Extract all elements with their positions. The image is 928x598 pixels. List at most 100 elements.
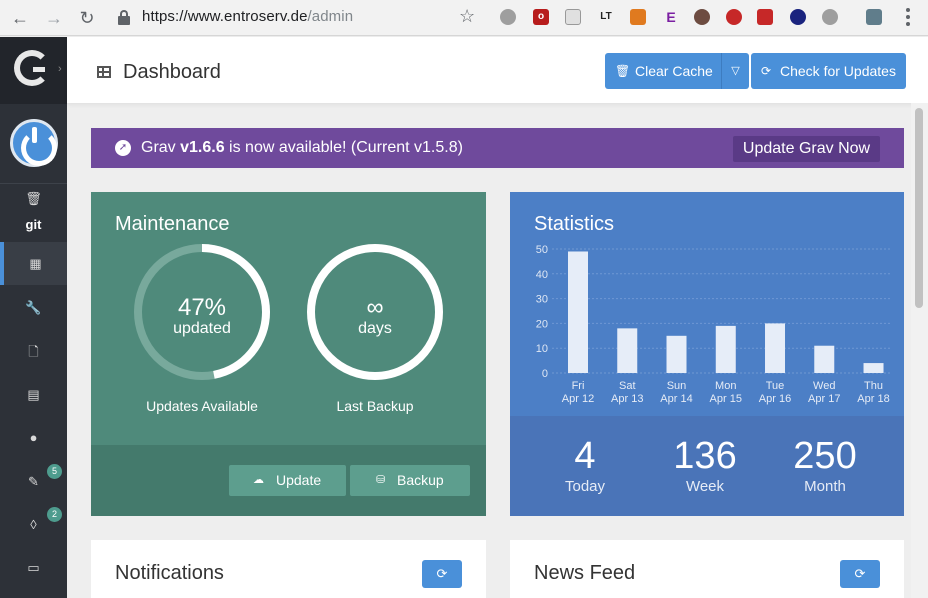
chart-y-tick-label: 50 [536,244,548,256]
updates-ring: 47% updated [132,242,272,382]
news-feed-refresh-button[interactable]: ⟳ [840,560,880,588]
sidebar-item-git[interactable]: git [0,217,67,232]
chart-y-tick-label: 20 [536,318,548,330]
update-notice: ➚ Grav v1.6.6 is now available! (Current… [91,128,904,168]
trash-icon: 🗑 [615,64,631,78]
sidebar-item-dashboard[interactable]: ▦ [0,242,67,285]
chart-x-date-label: Apr 18 [857,393,889,405]
sidebar: › 🗑 git ▦ 🔧 🗋 ▤ ● ✎ 5 ◊ 2 ▭ [0,37,67,598]
updates-sub: updated [173,320,231,337]
chart-x-date-label: Apr 14 [660,393,692,405]
notice-text: Grav v1.6.6 is now available! (Current v… [141,128,463,168]
notice-suffix: is now available! (Current v1.5.8) [224,139,463,156]
last-backup-label: Last Backup [336,398,414,414]
month-count: 250 [793,435,857,477]
maintenance-title: Maintenance [115,213,230,235]
forward-icon[interactable]: → [43,7,65,29]
extension-metamask-icon[interactable] [630,9,646,25]
refresh-icon: ⟳ [854,566,866,581]
extension-cookie-icon[interactable] [694,9,710,25]
extension-document-icon[interactable] [565,9,581,25]
page-scrollbar[interactable] [911,103,928,598]
notifications-title: Notifications [115,562,224,584]
notifications-card: Notifications ⟳ [91,540,486,598]
extension-e-icon[interactable]: E [663,9,679,25]
extension-share-icon[interactable] [790,9,806,25]
notifications-refresh-button[interactable]: ⟳ [422,560,462,588]
chart-x-date-label: Apr 12 [562,393,594,405]
chart-bar [863,363,884,373]
chart-x-tick-label: Tue [766,380,785,392]
grav-logo[interactable]: › [0,37,67,104]
extension-lock-icon[interactable] [726,9,742,25]
chart-x-tick-label: Wed [813,380,835,392]
updates-percent: 47% [177,294,227,321]
week-label: Week [685,478,725,495]
plugins-count-badge: 5 [47,464,62,479]
reload-icon[interactable]: ↻ [76,7,98,29]
sidebar-item-pages[interactable]: 🗋 [0,330,67,373]
browser-toolbar: ← → ↻ https://www.entroserv.de/admin ☆ o… [0,0,928,36]
check-updates-label: Check for Updates [780,63,896,79]
chart-x-date-label: Apr 17 [808,393,840,405]
database-icon: ⛁ [376,474,386,486]
notice-version: v1.6.6 [180,139,225,156]
trash-icon[interactable]: 🗑 [0,177,67,220]
sidebar-item-tools[interactable]: ● [0,416,67,459]
extension-globe-icon[interactable] [822,9,838,25]
backup-button-label: Backup [397,472,444,488]
chart-x-date-label: Apr 13 [611,393,643,405]
chart-x-tick-label: Thu [864,380,883,392]
chart-bar [617,328,638,373]
backup-ring: ∞ days [305,242,445,382]
clear-cache-label: Clear Cache [635,63,713,79]
dashboard-table-icon [97,66,111,78]
sidebar-item-gpm[interactable]: ▭ [0,546,67,589]
refresh-icon: ⟳ [436,566,448,581]
url-host: https://www.entroserv.de [142,8,308,25]
backup-button[interactable]: ⛁ Backup [350,465,470,496]
chart-y-tick-label: 40 [536,269,548,281]
extension-key-icon[interactable] [757,9,773,25]
update-button[interactable]: ☁ Update [229,465,346,496]
clear-cache-dropdown-button[interactable]: ▽ [721,53,749,89]
back-icon[interactable]: ← [9,7,31,29]
page-header: Dashboard 🗑 Clear Cache ▽ ⟳ Check for Up… [67,37,928,103]
month-label: Month [804,478,846,495]
check-updates-button[interactable]: ⟳ Check for Updates [751,53,906,89]
update-button-label: Update [276,472,322,488]
today-count: 4 [574,435,596,477]
address-bar[interactable]: https://www.entroserv.de/admin [142,8,353,25]
chart-y-tick-label: 10 [536,343,548,355]
today-label: Today [564,478,606,495]
sidebar-item-calendar[interactable]: ▤ [0,373,67,416]
chart-bar [666,335,687,373]
sidebar-item-configuration[interactable]: 🔧 [0,286,67,329]
chart-bar [715,325,736,373]
statistics-chart: 0 10 20 30 40 50 FriApr 12 SatApr 13 SunApr 14 Mo… [536,244,892,405]
chart-x-tick-label: Sun [667,380,687,392]
clear-cache-button[interactable]: 🗑 Clear Cache [605,53,721,89]
maintenance-card: Maintenance 47% updated Updates Availabl… [91,192,486,516]
bookmark-star-icon[interactable]: ☆ [459,6,475,27]
chart-y-tick-label: 30 [536,294,548,306]
grav-logo-icon [14,50,50,86]
scrollbar-thumb[interactable] [915,108,923,308]
news-feed-title: News Feed [534,562,636,584]
chart-bar [568,251,588,373]
extension-ublock-icon[interactable]: o [533,9,549,25]
chart-x-date-label: Apr 15 [710,393,742,405]
chart-x-tick-label: Sat [619,380,636,392]
extension-network-icon[interactable] [866,9,882,25]
update-grav-button[interactable]: Update Grav Now [733,136,880,162]
notice-prefix: Grav [141,139,181,156]
updates-available-label: Updates Available [146,398,258,414]
extension-languagetool-icon[interactable]: LT [598,9,614,25]
browser-menu-icon[interactable] [901,8,915,28]
extension-database-icon[interactable] [500,9,516,25]
avatar[interactable] [10,119,58,167]
page-title: Dashboard [123,61,221,83]
backup-days-value: ∞ [366,294,384,321]
chart-x-tick-label: Mon [715,380,736,392]
sidebar-toggle-icon[interactable]: › [58,63,62,75]
